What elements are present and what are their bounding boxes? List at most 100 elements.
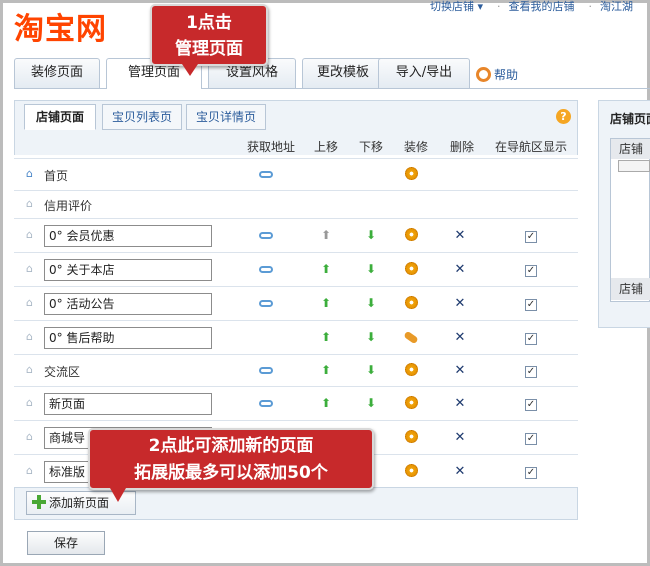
table-row: ⌂ 0° 售后帮助 ⬆ ⬇ ✕ ✓ (14, 320, 578, 354)
delete-icon[interactable]: ✕ (450, 262, 470, 277)
table-row: ⌂ 0° 关于本店 ⬆ ⬇ ✕ ✓ (14, 252, 578, 286)
delete-icon[interactable]: ✕ (450, 430, 470, 445)
table-row: ⌂ 0° 会员优惠 ⬆ ⬇ ✕ ✓ (14, 218, 578, 252)
subtab-shop-pages[interactable]: 店铺页面 (24, 104, 96, 130)
side-panel-select[interactable] (618, 160, 650, 172)
delete-icon[interactable]: ✕ (450, 396, 470, 411)
delete-icon[interactable]: ✕ (450, 363, 470, 378)
help-link[interactable]: 帮助 (476, 66, 518, 83)
link-icon[interactable] (256, 363, 276, 377)
delete-icon[interactable]: ✕ (450, 296, 470, 311)
gear-icon[interactable] (401, 396, 421, 412)
home-icon: ⌂ (26, 330, 33, 343)
help-label: 帮助 (494, 68, 519, 82)
page-name-label: 信用评价 (44, 199, 93, 213)
home-icon: ⌂ (26, 296, 33, 309)
show-in-nav-checkbox[interactable]: ✓ (521, 363, 541, 378)
callout-2-line2: 拓展版最多可以添加50个 (134, 463, 328, 483)
move-down-icon[interactable]: ⬇ (361, 363, 381, 377)
show-in-nav-checkbox[interactable]: ✓ (521, 296, 541, 311)
move-up-icon: ⬆ (320, 228, 332, 242)
home-icon: ⌂ (26, 363, 33, 376)
delete-icon[interactable]: ✕ (450, 330, 470, 345)
table-row: ⌂ 信用评价 (14, 190, 578, 218)
lifebuoy-icon (476, 67, 491, 82)
taojianghu-link[interactable]: 淘江湖 (600, 0, 633, 13)
move-down-icon[interactable]: ⬇ (361, 262, 381, 276)
callout-2-tail (110, 488, 126, 502)
tab-change-template[interactable]: 更改模板 (302, 58, 384, 88)
move-down-icon[interactable]: ⬇ (361, 396, 381, 410)
delete-icon[interactable]: ✕ (450, 228, 470, 243)
save-button[interactable]: 保存 (27, 531, 105, 555)
delete-icon[interactable]: ✕ (450, 464, 470, 479)
page-name-label: 交流区 (44, 365, 81, 379)
subtab-item-list[interactable]: 宝贝列表页 (102, 104, 182, 130)
pill-icon[interactable] (401, 330, 421, 345)
col-decorate: 装修 (403, 140, 428, 154)
home-icon: ⌂ (26, 167, 33, 180)
page-name-label: 首页 (44, 169, 69, 183)
gear-icon[interactable] (401, 228, 421, 244)
view-my-shop-link[interactable]: 查看我的店铺 (509, 0, 575, 13)
side-panel-footer: 店铺 (611, 278, 650, 300)
callout-add-page: 2点此可添加新的页面 拓展版最多可以添加50个 (88, 428, 374, 502)
move-down-icon[interactable]: ⬇ (361, 330, 381, 344)
gear-icon[interactable] (401, 296, 421, 312)
callout-1-tail (182, 64, 198, 76)
tab-import-export[interactable]: 导入/导出 (378, 58, 470, 88)
page-name-input[interactable]: 新页面 (44, 393, 212, 415)
link-icon[interactable] (256, 262, 276, 276)
move-up-icon[interactable]: ⬆ (316, 330, 336, 344)
help-question-icon[interactable]: ? (556, 109, 571, 124)
link-icon[interactable] (256, 167, 276, 181)
page-name-input[interactable]: 0° 关于本店 (44, 259, 212, 281)
gear-icon[interactable] (401, 464, 421, 480)
move-up-icon[interactable]: ⬆ (316, 396, 336, 410)
move-up-icon[interactable]: ⬆ (316, 262, 336, 276)
callout-manage-pages: 1点击 管理页面 (150, 4, 268, 76)
show-in-nav-checkbox[interactable]: ✓ (521, 464, 541, 479)
table-row: ⌂ 首页 (14, 158, 578, 190)
col-get-address: 获取地址 (246, 140, 295, 154)
tab-decorate-page[interactable]: 装修页面 (14, 58, 100, 88)
page-name-input[interactable]: 0° 活动公告 (44, 293, 212, 315)
gear-icon[interactable] (401, 430, 421, 446)
show-in-nav-checkbox[interactable]: ✓ (521, 330, 541, 345)
subtab-item-detail[interactable]: 宝贝详情页 (186, 104, 266, 130)
switch-shop-link[interactable]: 切换店铺 ▾ (430, 0, 483, 13)
show-in-nav-checkbox[interactable]: ✓ (521, 228, 541, 243)
gear-icon[interactable] (401, 262, 421, 278)
move-up-icon[interactable]: ⬆ (316, 363, 336, 377)
side-panel-header: 店铺 (611, 139, 650, 159)
show-in-nav-checkbox[interactable]: ✓ (521, 430, 541, 445)
home-icon: ⌂ (26, 228, 33, 241)
col-show-in-nav: 在导航区显示 (494, 140, 567, 154)
table-row: ⌂ 0° 活动公告 ⬆ ⬇ ✕ ✓ (14, 286, 578, 320)
add-new-page-label: 添加新页面 (49, 496, 110, 510)
move-down-icon[interactable]: ⬇ (361, 296, 381, 310)
home-icon: ⌂ (26, 197, 33, 210)
top-links: 切换店铺 ▾ · 查看我的店铺 · 淘江湖 (430, 0, 634, 13)
link-icon[interactable] (256, 396, 276, 410)
home-icon: ⌂ (26, 430, 33, 443)
gear-icon[interactable] (401, 363, 421, 379)
show-in-nav-checkbox[interactable]: ✓ (521, 396, 541, 411)
gear-icon[interactable] (401, 167, 421, 183)
table-row: ⌂ 新页面 ⬆ ⬇ ✕ ✓ (14, 386, 578, 420)
move-up-icon[interactable]: ⬆ (316, 296, 336, 310)
plus-icon (32, 495, 46, 509)
col-delete: 删除 (449, 140, 474, 154)
col-move-down: 下移 (358, 140, 383, 154)
home-icon: ⌂ (26, 464, 33, 477)
link-icon[interactable] (256, 228, 276, 242)
side-panel-title: 店铺页面 (610, 112, 650, 126)
move-down-icon[interactable]: ⬇ (361, 228, 381, 242)
col-move-up: 上移 (313, 140, 338, 154)
page-name-input[interactable]: 0° 售后帮助 (44, 327, 212, 349)
link-icon[interactable] (256, 296, 276, 310)
page-name-input[interactable]: 0° 会员优惠 (44, 225, 212, 247)
show-in-nav-checkbox[interactable]: ✓ (521, 262, 541, 277)
taobao-logo[interactable]: 淘宝网 (14, 4, 107, 48)
callout-1-line2: 管理页面 (175, 39, 243, 59)
